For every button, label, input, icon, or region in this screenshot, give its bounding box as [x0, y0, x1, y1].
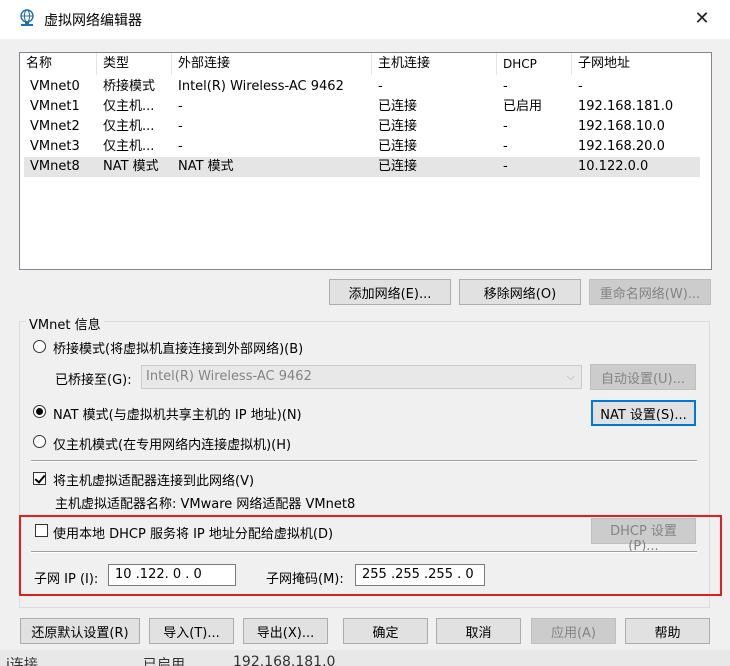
cell-name: VMnet1 [30, 99, 80, 114]
column-header-host[interactable]: 主机连接 [372, 53, 497, 75]
window-title: 虚拟网络编辑器 [44, 13, 142, 29]
cell-host: - [378, 79, 383, 94]
connect-adapter-checkbox[interactable] [33, 472, 46, 485]
cancel-button[interactable]: 取消 [436, 618, 521, 644]
cell-type: 仅主机... [103, 119, 155, 134]
cell-subnet: 192.168.20.0 [578, 139, 665, 154]
nat-mode-radio[interactable] [33, 405, 46, 418]
rename-network-button[interactable]: 重命名网络(W)... [589, 279, 711, 305]
subnet-mask-label: 子网掩码(M): [266, 572, 344, 587]
cell-type: NAT 模式 [103, 159, 159, 174]
separator [31, 551, 697, 553]
cell-dhcp: 已启用 [503, 99, 543, 114]
background-subnet: 192.168.181.0 [233, 654, 336, 666]
bridged-mode-label[interactable]: 桥接模式(将虚拟机直接连接到外部网络)(B) [53, 338, 303, 357]
table-row[interactable]: VMnet1 仅主机... - 已连接 已启用 192.168.181.0 [24, 97, 700, 117]
subnet-mask-input[interactable]: 255 .255 .255 . 0 [355, 564, 485, 586]
column-header-external[interactable]: 外部连接 [172, 53, 372, 75]
background-window-strip: i连接 已启用 192.168.181.0 [0, 650, 730, 666]
table-row-selected[interactable]: VMnet8 NAT 模式 NAT 模式 已连接 - 10.122.0.0 [24, 157, 700, 177]
connect-adapter-label[interactable]: 将主机虚拟适配器连接到此网络(V) [53, 470, 254, 489]
column-header-dhcp[interactable]: DHCP [497, 53, 572, 75]
cell-host: 已连接 [378, 99, 418, 114]
dhcp-checkbox[interactable] [35, 524, 48, 537]
network-globe-icon [18, 9, 36, 27]
bridged-to-label: 已桥接至(G): [55, 373, 132, 388]
nat-mode-label[interactable]: NAT 模式(与虚拟机共享主机的 IP 地址)(N) [53, 404, 302, 423]
cell-name: VMnet2 [30, 119, 80, 134]
cell-type: 桥接模式 [103, 79, 156, 94]
add-network-button[interactable]: 添加网络(E)... [329, 279, 451, 305]
cell-subnet: - [578, 79, 583, 94]
cell-dhcp: - [503, 119, 508, 134]
cell-type: 仅主机... [103, 139, 155, 154]
restore-defaults-button[interactable]: 还原默认设置(R) [20, 618, 140, 644]
export-button[interactable]: 导出(X)... [243, 618, 328, 644]
separator [31, 460, 697, 462]
cell-external: Intel(R) Wireless-AC 9462 [178, 79, 344, 94]
cell-dhcp: - [503, 139, 508, 154]
host-only-mode-radio[interactable] [33, 435, 46, 448]
background-host-connection: i连接 [6, 657, 38, 666]
close-icon[interactable]: ✕ [686, 4, 718, 34]
nat-settings-button[interactable]: NAT 设置(S)... [591, 400, 696, 426]
cell-external: - [178, 139, 183, 154]
cell-host: 已连接 [378, 139, 418, 154]
subnet-ip-label: 子网 IP (I): [34, 572, 99, 587]
dhcp-settings-button[interactable]: DHCP 设置(P)... [591, 518, 696, 554]
cell-name: VMnet0 [30, 79, 80, 94]
cell-external: - [178, 99, 183, 114]
cell-subnet: 10.122.0.0 [578, 159, 649, 174]
network-table[interactable]: 名称 类型 外部连接 主机连接 DHCP 子网地址 VMnet0 桥接模式 In… [19, 52, 712, 270]
dhcp-label[interactable]: 使用本地 DHCP 服务将 IP 地址分配给虚拟机(D) [53, 523, 333, 542]
cell-name: VMnet8 [30, 159, 80, 174]
background-dhcp: 已启用 [143, 657, 185, 666]
import-button[interactable]: 导入(T)... [149, 618, 234, 644]
cell-external: - [178, 119, 183, 134]
table-row[interactable]: VMnet2 仅主机... - 已连接 - 192.168.10.0 [24, 117, 700, 137]
column-header-type[interactable]: 类型 [97, 53, 172, 75]
bridged-to-value: Intel(R) Wireless-AC 9462 [146, 369, 312, 384]
cell-host: 已连接 [378, 119, 418, 134]
cell-dhcp: - [503, 159, 508, 174]
host-only-mode-label[interactable]: 仅主机模式(在专用网络内连接虚拟机)(H) [53, 434, 291, 453]
adapter-name-label: 主机虚拟适配器名称: VMware 网络适配器 VMnet8 [55, 497, 356, 512]
remove-network-button[interactable]: 移除网络(O) [459, 279, 581, 305]
cell-subnet: 192.168.10.0 [578, 119, 665, 134]
cell-type: 仅主机... [103, 99, 155, 114]
auto-settings-button[interactable]: 自动设置(U)... [590, 364, 696, 390]
table-row[interactable]: VMnet0 桥接模式 Intel(R) Wireless-AC 9462 - … [24, 77, 700, 97]
apply-button[interactable]: 应用(A) [531, 618, 616, 644]
cell-subnet: 192.168.181.0 [578, 99, 674, 114]
column-header-subnet[interactable]: 子网地址 [572, 53, 711, 75]
help-button[interactable]: 帮助 [625, 618, 710, 644]
cell-dhcp: - [503, 79, 508, 94]
subnet-ip-input[interactable]: 10 .122. 0 . 0 [108, 564, 236, 586]
ok-button[interactable]: 确定 [343, 618, 428, 644]
cell-name: VMnet3 [30, 139, 80, 154]
cell-external: NAT 模式 [178, 159, 234, 174]
bridged-mode-radio[interactable] [33, 340, 46, 353]
table-row[interactable]: VMnet3 仅主机... - 已连接 - 192.168.20.0 [24, 137, 700, 157]
vmnet-info-title: VMnet 信息 [26, 314, 104, 333]
bridged-to-select[interactable]: Intel(R) Wireless-AC 9462 ⌵ [141, 365, 582, 389]
chevron-down-icon: ⌵ [566, 370, 575, 383]
cell-host: 已连接 [378, 159, 418, 174]
column-header-name[interactable]: 名称 [20, 53, 97, 75]
